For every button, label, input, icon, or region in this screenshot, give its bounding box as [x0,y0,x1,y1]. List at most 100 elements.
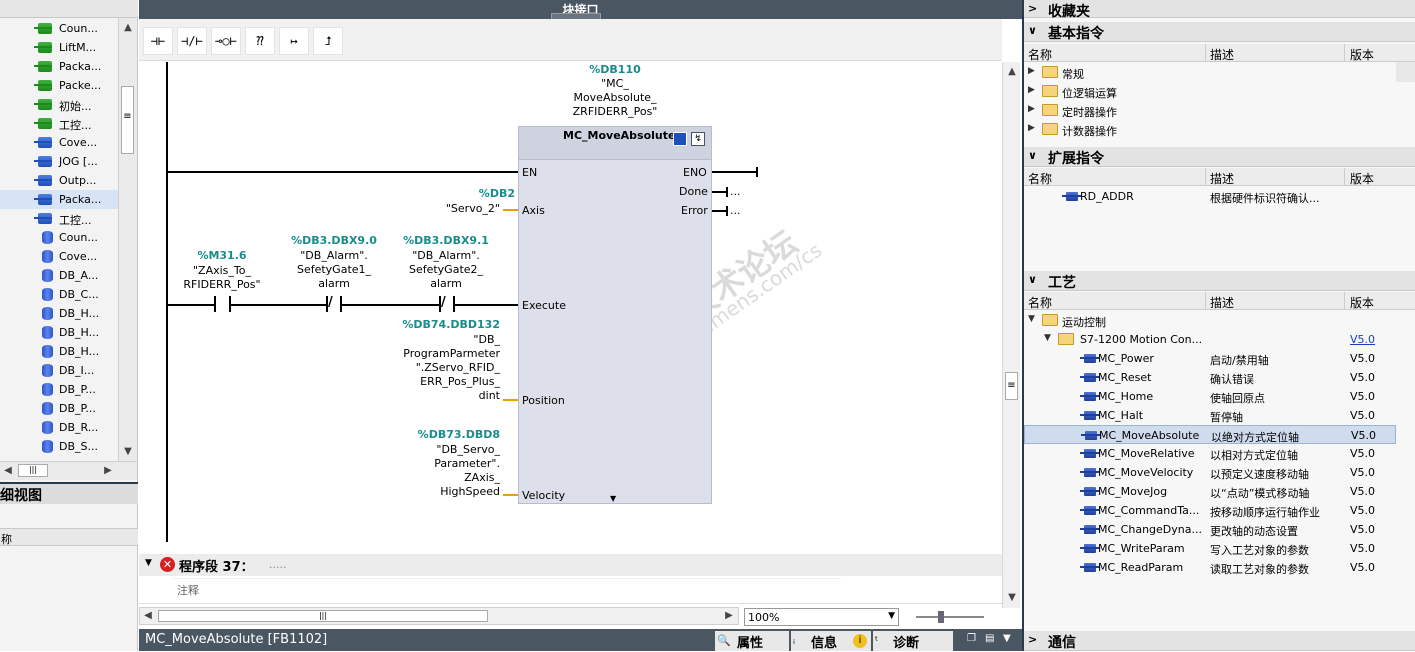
favorites-header[interactable]: > 收藏夹 [1024,0,1415,20]
tree-item[interactable]: JOG [... [0,152,118,171]
zoom-slider-handle[interactable] [938,611,944,623]
editor-hscroll-thumb[interactable]: ||| [158,610,488,622]
editor-scroll-thumb[interactable]: ≡ [1005,372,1018,400]
tree-item[interactable]: DB_S... [0,437,118,456]
tree-hscroll-thumb[interactable]: ||| [18,464,48,477]
instruction-row[interactable]: MC_MoveAbsolute 以绝对方式定位轴 V5.0 [1024,425,1396,444]
tree-item[interactable]: Cove... [0,133,118,152]
editor-vertical-scrollbar[interactable]: ▲ ≡ ▼ [1002,62,1020,608]
collapse-icon[interactable]: ▼ [145,558,152,568]
tab-info[interactable]: ᵢ 信息 i [791,631,871,651]
scroll-up-icon[interactable]: ▲ [120,20,136,36]
nc-contact-button[interactable]: ⊣/⊢ [177,27,207,55]
chevron-down-icon[interactable]: ∨ [1028,149,1037,162]
technology-header[interactable]: ∨ 工艺 [1024,271,1415,291]
tree-item[interactable]: DB_R... [0,418,118,437]
tree-item[interactable]: DB_I... [0,361,118,380]
chevron-right-icon[interactable]: > [1028,633,1037,646]
tree-item[interactable]: DB_H... [0,323,118,342]
collapsed-icon[interactable]: ▶ [1028,123,1035,133]
fb-expand-icon[interactable]: ▼ [610,494,616,503]
folder-s7-1200-motion[interactable]: ▼ S7-1200 Motion Con... V5.0 [1024,330,1396,349]
tree-item[interactable]: Coun... [0,19,118,38]
coil-button[interactable]: ⊸○⊢ [211,27,241,55]
collapsed-icon[interactable]: ▶ [1028,104,1035,114]
basic-folder[interactable]: ▶ 定时器操作 [1024,101,1396,120]
chevron-down-icon[interactable]: ∨ [1028,273,1037,286]
fb-box[interactable] [518,126,712,504]
tree-item[interactable]: Coun... [0,228,118,247]
chevron-down-icon[interactable]: ▼ [888,611,895,621]
network-comment[interactable]: 注释 [139,576,1002,604]
version-link[interactable]: V5.0 [1350,333,1375,346]
instruction-row[interactable]: MC_WriteParam 写入工艺对象的参数 V5.0 [1024,539,1396,558]
tree-item[interactable]: Packa... [0,57,118,76]
basic-folder[interactable]: ▶ 计数器操作 [1024,120,1396,139]
info-icon[interactable]: ↯ [691,132,705,146]
instruction-row[interactable]: MC_MoveVelocity 以预定义速度移动轴 V5.0 [1024,463,1396,482]
editor-horizontal-scrollbar[interactable]: ◀ ||| ▶ [139,607,739,625]
basic-instructions-header[interactable]: ∨ 基本指令 [1024,22,1415,42]
instruction-row[interactable]: MC_Reset 确认错误 V5.0 [1024,368,1396,387]
open-block-icon[interactable] [673,132,687,146]
zoom-slider[interactable] [916,611,984,623]
network-37-header[interactable]: ▼ ✕ 程序段 37： ..... [139,554,1002,576]
block-interface-bar[interactable]: 块接口 [139,0,1022,19]
scroll-down-icon[interactable]: ▼ [120,444,136,460]
error-output-dots[interactable]: ... [730,204,741,217]
instruction-row[interactable]: MC_Home 使轴回原点 V5.0 [1024,387,1396,406]
done-output-dots[interactable]: ... [730,185,741,198]
tree-item[interactable]: Packe... [0,76,118,95]
instruction-row[interactable]: MC_ChangeDyna... 更改轴的动态设置 V5.0 [1024,520,1396,539]
tree-item[interactable]: Cove... [0,247,118,266]
instruction-row[interactable]: MC_CommandTa... 按移动顺序运行轴作业 V5.0 [1024,501,1396,520]
folder-motion-control[interactable]: ▼ 运动控制 [1024,311,1396,330]
editor-scroll-up-icon[interactable]: ▲ [1004,64,1020,80]
chevron-down-icon[interactable]: ∨ [1028,24,1037,37]
tab-properties[interactable]: 🔍 属性 [715,631,789,651]
tree-item[interactable]: DB_H... [0,304,118,323]
tree-item[interactable]: DB_P... [0,380,118,399]
instruction-rd-addr[interactable]: RD_ADDR 根据硬件标识符确认... [1024,187,1396,206]
instruction-row[interactable]: MC_Power 启动/禁用轴 V5.0 [1024,349,1396,368]
tree-horizontal-scrollbar[interactable]: ◀ ||| ▶ [0,461,137,480]
empty-box-button[interactable]: ⁇ [245,27,275,55]
editor-scroll-right-icon[interactable]: ▶ [721,608,737,624]
communication-header[interactable]: > 通信 [1024,631,1415,651]
tree-item[interactable]: DB_P... [0,399,118,418]
instruction-row[interactable]: MC_ReadParam 读取工艺对象的参数 V5.0 [1024,558,1396,577]
tree-item[interactable]: DB_A... [0,266,118,285]
restore-icon[interactable]: ❐ [967,633,976,644]
axis-name[interactable]: "Servo_2" [430,202,500,216]
tree-item[interactable]: Outp... [0,171,118,190]
collapsed-icon[interactable]: ▶ [1028,85,1035,95]
tree-item[interactable]: 工控... [0,209,118,228]
extended-instructions-header[interactable]: ∨ 扩展指令 [1024,147,1415,167]
tree-item[interactable]: DB_C... [0,285,118,304]
window-icon[interactable]: ▤ [985,633,994,644]
tree-item[interactable]: LiftM... [0,38,118,57]
instruction-row[interactable]: MC_Halt 暂停轴 V5.0 [1024,406,1396,425]
collapse-panel-icon[interactable]: ▼ [1003,633,1011,644]
editor-scroll-left-icon[interactable]: ◀ [140,608,156,624]
comment-placeholder[interactable]: 注释 [177,582,199,598]
tree-vertical-scrollbar[interactable]: ▲ ≡ ▼ [118,18,137,461]
tree-item[interactable]: DB_H... [0,342,118,361]
detail-view-header[interactable]: 详细视图 [0,482,138,504]
basic-folder[interactable]: ▶ 位逻辑运算 [1024,82,1396,101]
open-branch-button[interactable]: ↦ [279,27,309,55]
no-contact-button[interactable]: ⊣⊢ [143,27,173,55]
tree-item[interactable]: 工控... [0,114,118,133]
instruction-row[interactable]: MC_MoveJog 以“点动”模式移动轴 V5.0 [1024,482,1396,501]
tree-scroll-thumb[interactable]: ≡ [121,86,134,154]
tree-item[interactable]: Packa... [0,190,118,209]
basic-folder[interactable]: ▶ 常规 [1024,63,1396,82]
scroll-left-icon[interactable]: ◀ [0,463,16,479]
network-title-dots[interactable]: ..... [269,558,286,571]
tree-item[interactable]: 初始... [0,95,118,114]
expanded-icon[interactable]: ▼ [1028,314,1035,324]
tab-diagnostics[interactable]: ᵗ 诊断 [873,631,953,651]
close-branch-button[interactable]: ⮥ [313,27,343,55]
expanded-icon[interactable]: ▼ [1044,333,1051,343]
zoom-select[interactable]: 100% ▼ [744,608,899,626]
